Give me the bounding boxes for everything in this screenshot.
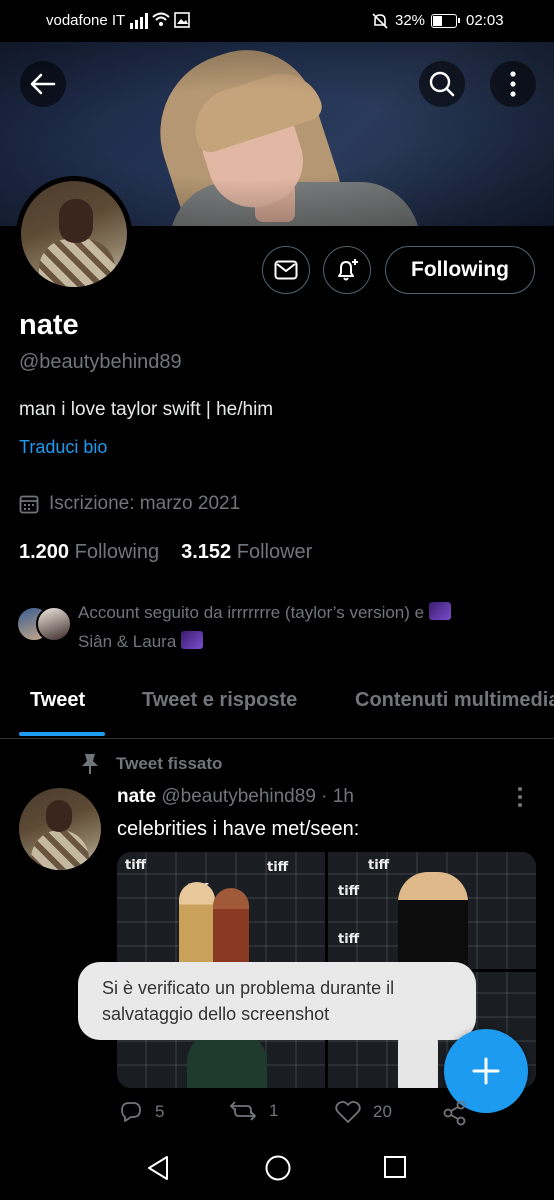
retweet-button[interactable]: 1 [229, 1100, 278, 1122]
following-count: 1.200 [19, 541, 70, 563]
tweet-text: celebrities i have met/seen: [117, 818, 360, 840]
join-date: Iscrizione: marzo 2021 [19, 493, 240, 515]
reply-button[interactable]: 5 [119, 1100, 164, 1124]
notifications-button[interactable] [323, 246, 371, 294]
search-button[interactable] [419, 61, 465, 107]
following-button[interactable]: Following [385, 246, 535, 294]
envelope-icon [274, 260, 298, 280]
pinned-label: Tweet fissato [80, 753, 222, 775]
tweet-photo-2[interactable]: tiff tiff tiff [328, 852, 536, 969]
tab-indicator [19, 732, 105, 736]
following-label: Following [74, 541, 160, 563]
tweet-time: · 1h [321, 786, 354, 807]
profile-bio: man i love taylor swift | he/him [19, 399, 274, 420]
avatar [36, 606, 72, 642]
sparkles-emoji-icon [181, 631, 204, 649]
tab-tweet[interactable]: Tweet [30, 689, 85, 712]
following-stat[interactable]: 1.200 Following [19, 541, 159, 563]
back-button[interactable] [20, 61, 66, 107]
more-vertical-icon [518, 787, 522, 807]
message-button[interactable] [262, 246, 310, 294]
sparkles-emoji-icon [428, 602, 451, 620]
wifi-icon [152, 12, 170, 26]
share-icon [443, 1100, 466, 1126]
share-button[interactable] [443, 1100, 467, 1126]
heart-icon [335, 1100, 361, 1123]
follower-label: Follower [236, 541, 313, 563]
tab-tweet-e-risposte[interactable]: Tweet e risposte [142, 689, 297, 712]
tab-contenuti-multimediali[interactable]: Contenuti multimediali [355, 689, 554, 712]
tweet-author-name[interactable]: nate [117, 786, 156, 807]
translate-bio-link[interactable]: Traduci bio [19, 437, 107, 458]
reply-count: 5 [155, 1102, 165, 1121]
reply-icon [121, 1102, 141, 1122]
tweet-more-button[interactable] [517, 786, 523, 813]
followed-by-section[interactable]: Account seguito da irrrrrrre (taylor’s v… [16, 598, 536, 656]
more-button[interactable] [490, 61, 536, 107]
back-triangle-icon[interactable] [145, 1154, 171, 1182]
like-button[interactable]: 20 [335, 1100, 392, 1124]
profile-avatar[interactable] [16, 176, 132, 292]
join-date-text: Iscrizione: marzo 2021 [49, 493, 241, 514]
battery-percent: 32% [395, 12, 426, 29]
retweet-count: 1 [269, 1101, 279, 1120]
tweet-author-avatar[interactable] [19, 788, 101, 870]
follow-stats: 1.200 Following 3.152 Follower [19, 541, 312, 564]
followers-you-know-avatars [16, 604, 76, 644]
pinned-text: Tweet fissato [116, 754, 223, 773]
more-vertical-icon [510, 71, 516, 97]
followed-by-line-1: Account seguito da irrrrrrre (taylor’s v… [78, 603, 425, 622]
profile-name: nate [19, 309, 79, 341]
followed-by-text: Account seguito da irrrrrrre (taylor’s v… [78, 598, 536, 656]
profile-handle: @beautybehind89 [19, 351, 182, 373]
error-toast: Si è verificato un problema durante il s… [78, 962, 476, 1040]
search-icon [429, 71, 455, 97]
status-bar: vodafone IT 32% 02:03 [0, 0, 554, 42]
pin-icon [82, 754, 98, 774]
battery-icon [431, 14, 460, 28]
clock: 02:03 [466, 12, 504, 29]
retweet-icon [229, 1101, 257, 1121]
follower-count: 3.152 [181, 541, 232, 563]
tweet-photo-1[interactable]: tiff tiff tiff [117, 852, 325, 969]
carrier-label: vodafone IT [46, 12, 126, 29]
bell-muted-icon [372, 13, 388, 29]
image-notification-icon [174, 12, 190, 28]
bell-plus-icon [338, 259, 358, 281]
like-count: 20 [373, 1102, 392, 1121]
profile-tabs: Tweet Tweet e risposte Contenuti multime… [0, 683, 554, 739]
followed-by-line-2: Siân & Laura [78, 632, 177, 651]
calendar-icon [19, 495, 39, 514]
arrow-left-icon [30, 73, 56, 95]
tweet-actions: 5 1 20 [117, 1100, 477, 1138]
signal-icon [130, 13, 148, 29]
tweet-header: nate @beautybehind89 · 1h [117, 786, 354, 808]
recents-square-icon[interactable] [382, 1154, 408, 1180]
follower-stat[interactable]: 3.152 Follower [181, 541, 312, 563]
home-circle-icon[interactable] [264, 1154, 292, 1182]
plus-icon [472, 1057, 500, 1085]
tweet-author-handle: @beautybehind89 [161, 786, 316, 807]
system-nav-bar [0, 1140, 554, 1200]
